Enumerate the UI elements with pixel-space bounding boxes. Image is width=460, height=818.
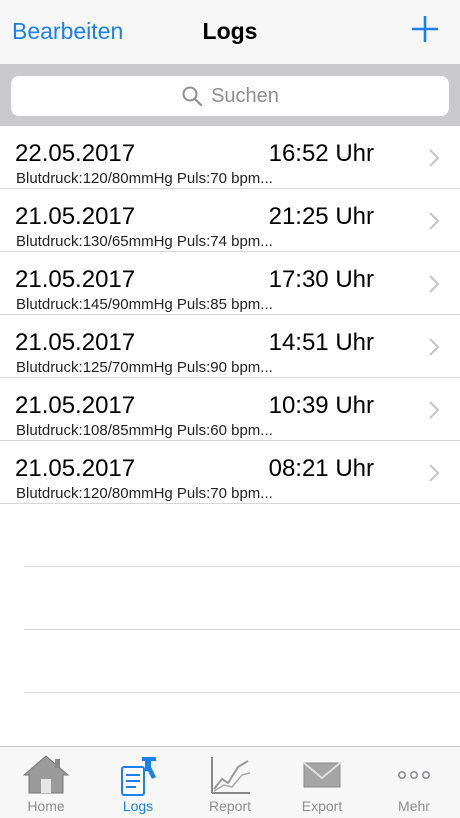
magnifier-icon bbox=[182, 86, 203, 107]
log-detail: Blutdruck:125/70mmHg Puls:90 bpm... bbox=[16, 359, 273, 376]
logs-icon bbox=[121, 757, 156, 796]
chevron-right-icon bbox=[429, 149, 440, 167]
tab-export-label: Export bbox=[301, 798, 343, 814]
more-icon bbox=[398, 770, 430, 779]
log-row[interactable]: 21.05.2017 14:51 Uhr Blutdruck:125/70mmH… bbox=[0, 315, 460, 378]
log-row[interactable]: 21.05.2017 21:25 Uhr Blutdruck:130/65mmH… bbox=[0, 189, 460, 252]
log-time: 16:52 Uhr bbox=[268, 140, 374, 167]
search-bar: Suchen bbox=[0, 64, 460, 126]
screen: Bearbeiten Logs Suchen 22.05.2017 16:52 … bbox=[0, 0, 460, 818]
search-input[interactable]: Suchen bbox=[11, 76, 449, 116]
log-row[interactable]: 21.05.2017 08:21 Uhr Blutdruck:120/80mmH… bbox=[0, 441, 460, 504]
empty-row bbox=[0, 567, 460, 630]
add-button[interactable] bbox=[410, 14, 440, 44]
log-detail: Blutdruck:108/85mmHg Puls:60 bpm... bbox=[16, 422, 273, 439]
log-date: 21.05.2017 bbox=[15, 455, 136, 482]
log-detail: Blutdruck:120/80mmHg Puls:70 bpm... bbox=[16, 485, 273, 502]
log-row[interactable]: 22.05.2017 16:52 Uhr Blutdruck:120/80mmH… bbox=[0, 126, 460, 189]
tab-home-label: Home bbox=[27, 798, 65, 814]
tab-logs[interactable]: Logs bbox=[92, 747, 184, 818]
tab-report[interactable]: Report bbox=[184, 747, 276, 818]
chevron-right-icon bbox=[429, 212, 440, 230]
house-icon bbox=[22, 755, 70, 794]
log-time: 14:51 Uhr bbox=[268, 329, 374, 356]
envelope-icon bbox=[303, 762, 341, 788]
chart-icon bbox=[211, 757, 251, 794]
log-detail: Blutdruck:145/90mmHg Puls:85 bpm... bbox=[16, 296, 273, 313]
logs-list: 22.05.2017 16:52 Uhr Blutdruck:120/80mmH… bbox=[0, 126, 460, 693]
tab-bar: Home Logs Report Export Mehr bbox=[0, 746, 460, 818]
chevron-right-icon bbox=[429, 338, 440, 356]
log-time: 10:39 Uhr bbox=[268, 392, 374, 419]
log-date: 21.05.2017 bbox=[15, 329, 136, 356]
log-row[interactable]: 21.05.2017 17:30 Uhr Blutdruck:145/90mmH… bbox=[0, 252, 460, 315]
plus-icon bbox=[412, 16, 438, 42]
tab-export[interactable]: Export bbox=[276, 747, 368, 818]
tab-report-label: Report bbox=[208, 798, 252, 814]
search-placeholder: Suchen bbox=[211, 84, 279, 107]
tab-logs-label: Logs bbox=[122, 798, 154, 814]
chevron-right-icon bbox=[429, 275, 440, 293]
tab-home[interactable]: Home bbox=[0, 747, 92, 818]
empty-row bbox=[0, 630, 460, 693]
log-date: 21.05.2017 bbox=[15, 203, 136, 230]
log-time: 17:30 Uhr bbox=[268, 266, 374, 293]
log-row[interactable]: 21.05.2017 10:39 Uhr Blutdruck:108/85mmH… bbox=[0, 378, 460, 441]
tab-more[interactable]: Mehr bbox=[368, 747, 460, 818]
empty-row bbox=[0, 504, 460, 567]
navigation-bar: Bearbeiten Logs bbox=[0, 0, 460, 64]
log-detail: Blutdruck:120/80mmHg Puls:70 bpm... bbox=[16, 170, 273, 187]
log-detail: Blutdruck:130/65mmHg Puls:74 bpm... bbox=[16, 233, 273, 250]
tab-more-label: Mehr bbox=[398, 798, 430, 814]
log-time: 21:25 Uhr bbox=[268, 203, 374, 230]
chevron-right-icon bbox=[429, 401, 440, 419]
log-date: 21.05.2017 bbox=[15, 266, 136, 293]
log-date: 22.05.2017 bbox=[15, 140, 136, 167]
edit-button[interactable]: Bearbeiten bbox=[12, 18, 123, 45]
log-date: 21.05.2017 bbox=[15, 392, 136, 419]
chevron-right-icon bbox=[429, 464, 440, 482]
log-time: 08:21 Uhr bbox=[268, 455, 374, 482]
